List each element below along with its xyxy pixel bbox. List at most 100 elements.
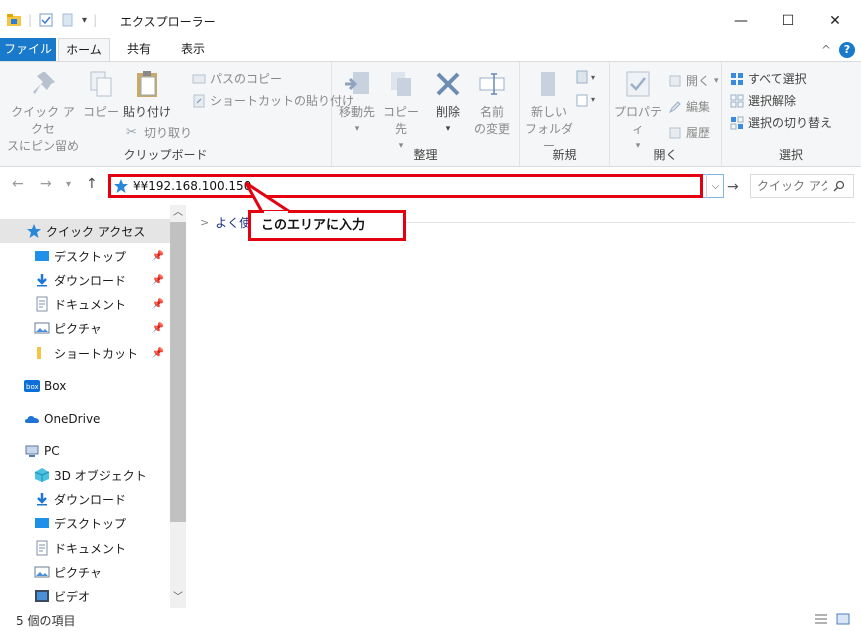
- nav-quick-pictures[interactable]: ピクチャ 📌: [0, 316, 170, 340]
- new-folder-icon[interactable]: [60, 12, 76, 28]
- nav-pc-desktop[interactable]: デスクトップ: [0, 511, 170, 535]
- nav-pc-3d[interactable]: 3D オブジェクト: [0, 463, 170, 487]
- invert-selection-button[interactable]: 選択の切り替え: [730, 114, 832, 131]
- select-none-button[interactable]: 選択解除: [730, 92, 796, 109]
- maximize-button[interactable]: ☐: [765, 8, 811, 34]
- go-arrow-icon[interactable]: →: [727, 179, 739, 195]
- nav-quick-documents[interactable]: ドキュメント 📌: [0, 292, 170, 316]
- search-icon: [833, 180, 845, 192]
- scissors-icon: ✂: [126, 124, 137, 140]
- paste-shortcut-button[interactable]: ショートカットの貼り付け: [192, 92, 354, 109]
- scroll-up-icon[interactable]: ︿: [170, 205, 186, 221]
- nav-pc-documents[interactable]: ドキュメント: [0, 536, 170, 560]
- search-input[interactable]: [757, 179, 827, 193]
- new-folder-button[interactable]: 新しい フォルダー: [524, 68, 574, 155]
- nav-quick-shortcut-label: ショートカット: [54, 346, 139, 361]
- close-button[interactable]: ✕: [812, 8, 858, 34]
- scroll-down-icon[interactable]: ﹀: [170, 590, 186, 606]
- toolbar-separator: |: [93, 13, 98, 27]
- details-view-icon[interactable]: [814, 613, 828, 625]
- nav-pc-videos-label: ビデオ: [54, 589, 91, 604]
- copy-path-icon: [192, 74, 206, 83]
- copy-button[interactable]: コピー: [82, 68, 120, 121]
- navigation-pane: クイック アクセス デスクトップ 📌 ダウンロード 📌 ドキュメント 📌 ピクチ…: [0, 205, 170, 608]
- move-to-button[interactable]: 移動先 ▾: [336, 68, 378, 138]
- desktop-icon: [35, 251, 49, 261]
- address-input[interactable]: [133, 179, 693, 193]
- address-dropdown-icon[interactable]: ⌵: [706, 174, 724, 198]
- nav-pc-desktop-label: デスクトップ: [54, 516, 127, 531]
- copy-label: コピー: [82, 105, 119, 119]
- customize-toolbar-icon[interactable]: ▾: [82, 15, 87, 26]
- nav-box[interactable]: box Box: [0, 374, 170, 398]
- tab-share[interactable]: 共有: [114, 38, 164, 62]
- recent-locations-icon[interactable]: ▾: [66, 179, 71, 190]
- nav-onedrive[interactable]: OneDrive: [0, 407, 170, 431]
- nav-pc-pictures[interactable]: ピクチャ: [0, 560, 170, 584]
- up-arrow-icon[interactable]: ↑: [86, 176, 98, 192]
- nav-pc-downloads-label: ダウンロード: [54, 492, 127, 507]
- nav-pc-videos[interactable]: ビデオ: [0, 584, 170, 608]
- delete-button[interactable]: 削除 ▾: [428, 68, 468, 138]
- folder-icon: [37, 347, 41, 359]
- back-arrow-icon[interactable]: ←: [12, 176, 24, 192]
- toolbar-separator: |: [28, 13, 33, 27]
- cut-button[interactable]: ✂ 切り取り: [126, 124, 192, 141]
- rename-button[interactable]: 名前 の変更: [470, 68, 514, 138]
- copy-path-button[interactable]: パスのコピー: [192, 70, 282, 87]
- history-button[interactable]: 履歴: [668, 124, 710, 141]
- move-to-icon: [345, 72, 369, 94]
- collapse-ribbon-icon[interactable]: ^: [821, 43, 831, 57]
- title-bar: | ▾ | エクスプローラー — ☐ ✕: [0, 0, 861, 40]
- nav-pc-documents-label: ドキュメント: [54, 541, 127, 556]
- status-bar: 5 個の項目: [0, 608, 861, 631]
- quick-access-star-icon: [27, 224, 41, 238]
- nav-quick-desktop[interactable]: デスクトップ 📌: [0, 244, 170, 268]
- move-to-label: 移動先: [338, 105, 375, 119]
- properties-label: プロパティ: [613, 105, 662, 136]
- rename-icon: [479, 73, 505, 95]
- invert-selection-label: 選択の切り替え: [748, 116, 833, 130]
- select-all-label: すべて選択: [748, 72, 807, 86]
- easy-access-icon[interactable]: ▾: [576, 92, 600, 108]
- nav-quick-shortcut[interactable]: ショートカット 📌: [0, 341, 170, 365]
- delete-icon: [436, 72, 460, 96]
- paste-icon: [137, 71, 157, 97]
- download-arrow-icon: [37, 493, 47, 506]
- document-icon: [36, 296, 48, 312]
- help-icon[interactable]: ?: [839, 42, 855, 58]
- copy-icon: [90, 71, 112, 97]
- move-to-dropdown-icon: ▾: [354, 124, 360, 134]
- 3d-objects-icon: [34, 468, 50, 482]
- copy-to-button[interactable]: コピー先 ▾: [378, 68, 424, 155]
- nav-pc-label: PC: [44, 444, 60, 458]
- pin-icon: 📌: [151, 322, 164, 334]
- nav-quick-pictures-label: ピクチャ: [54, 321, 102, 336]
- edit-button[interactable]: 編集: [668, 98, 710, 115]
- address-bar[interactable]: [108, 174, 724, 198]
- forward-arrow-icon[interactable]: →: [40, 176, 52, 192]
- paste-button[interactable]: 貼り付け: [122, 68, 172, 121]
- nav-quick-access[interactable]: クイック アクセス: [0, 219, 170, 243]
- open-button[interactable]: 開く ▾: [668, 72, 719, 89]
- pin-quick-access-button[interactable]: クイック アクセ スにピン留め: [6, 68, 80, 155]
- tab-home[interactable]: ホーム: [58, 38, 110, 62]
- tab-file[interactable]: ファイル: [0, 38, 56, 62]
- nav-quick-access-label: クイック アクセス: [46, 224, 146, 239]
- nav-quick-downloads[interactable]: ダウンロード 📌: [0, 268, 170, 292]
- file-list: > よく使用: [190, 205, 855, 608]
- properties-icon[interactable]: [38, 12, 54, 28]
- nav-pc[interactable]: PC: [0, 439, 170, 463]
- pin-quick-access-label-1: クイック アクセ: [11, 105, 75, 136]
- window-title: エクスプローラー: [120, 15, 216, 29]
- search-box[interactable]: [750, 174, 854, 198]
- large-icons-view-icon[interactable]: [836, 613, 850, 625]
- paste-shortcut-icon: [193, 94, 205, 107]
- select-all-button[interactable]: すべて選択: [730, 70, 807, 87]
- tab-view[interactable]: 表示: [168, 38, 218, 62]
- nav-scrollbar-thumb[interactable]: [170, 222, 186, 522]
- minimize-button[interactable]: —: [718, 8, 764, 34]
- new-item-icon[interactable]: ▾: [576, 70, 600, 86]
- nav-pc-downloads[interactable]: ダウンロード: [0, 487, 170, 511]
- properties-button[interactable]: プロパティ ▾: [612, 68, 664, 155]
